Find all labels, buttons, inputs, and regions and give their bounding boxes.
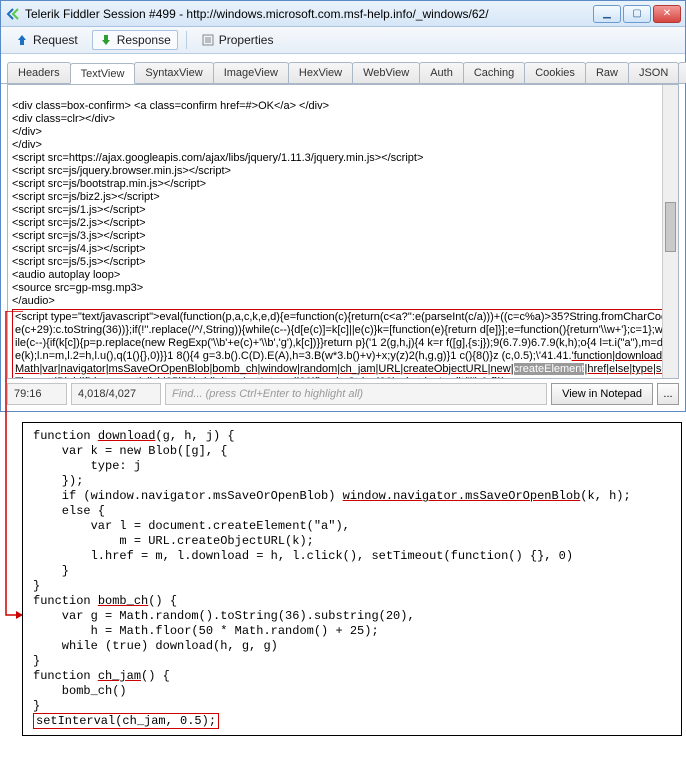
- call-mssave: window.navigator.msSaveOrOpenBlob: [343, 489, 581, 503]
- cursor-position: 79:16: [7, 383, 67, 405]
- tab-hexview[interactable]: HexView: [288, 62, 353, 83]
- scroll-thumb[interactable]: [665, 202, 676, 252]
- minimize-button[interactable]: ▁: [593, 5, 621, 23]
- response-label: Response: [117, 33, 171, 47]
- request-label: Request: [33, 33, 78, 47]
- response-button[interactable]: Response: [92, 30, 178, 50]
- download-icon: [99, 33, 113, 47]
- selection-range: 4,018/4,027: [71, 383, 161, 405]
- maximize-button[interactable]: ▢: [623, 5, 651, 23]
- highlight-sel-1: createElement: [514, 363, 585, 375]
- textview-pane[interactable]: <div class=box-confirm> <a class=confirm…: [7, 84, 679, 379]
- tab-webview[interactable]: WebView: [352, 62, 420, 83]
- properties-icon: [201, 33, 215, 47]
- scrollbar[interactable]: [662, 85, 678, 378]
- tab-syntaxview[interactable]: SyntaxView: [134, 62, 213, 83]
- upload-icon: [15, 33, 29, 47]
- tab-raw[interactable]: Raw: [585, 62, 629, 83]
- tab-xml[interactable]: XML: [678, 62, 686, 83]
- toolbar-separator: [186, 31, 187, 49]
- highlight-setinterval: setInterval(ch_jam, 0.5);: [33, 713, 219, 729]
- statusbar: 79:16 4,018/4,027 Find... (press Ctrl+En…: [7, 383, 679, 405]
- fn-chjam: ch_jam: [98, 669, 141, 683]
- tab-json[interactable]: JSON: [628, 62, 679, 83]
- more-button[interactable]: ...: [657, 383, 679, 405]
- response-tabstrip: Headers TextView SyntaxView ImageView He…: [1, 58, 685, 84]
- fiddler-window: Telerik Fiddler Session #499 - http://wi…: [0, 0, 686, 412]
- fn-download: download: [98, 429, 156, 443]
- find-placeholder: Find... (press Ctrl+Enter to highlight a…: [172, 388, 363, 400]
- tab-auth[interactable]: Auth: [419, 62, 464, 83]
- tab-imageview[interactable]: ImageView: [213, 62, 289, 83]
- deobfuscated-code: function download(g, h, j) { var k = new…: [22, 422, 682, 736]
- properties-label: Properties: [219, 33, 274, 47]
- highlight-tail: |substring'.split('|'),0,{})): [392, 376, 506, 379]
- textview-content-pre: <div class=box-confirm> <a class=confirm…: [12, 100, 423, 307]
- tab-textview[interactable]: TextView: [70, 63, 136, 84]
- tab-headers[interactable]: Headers: [7, 62, 71, 83]
- tab-caching[interactable]: Caching: [463, 62, 525, 83]
- properties-button[interactable]: Properties: [195, 31, 280, 49]
- titlebar[interactable]: Telerik Fiddler Session #499 - http://wi…: [1, 1, 685, 27]
- highlight-block: <script type="text/javascript">eval(func…: [12, 309, 674, 379]
- window-title: Telerik Fiddler Session #499 - http://wi…: [25, 7, 593, 21]
- close-button[interactable]: ✕: [653, 5, 681, 23]
- toolbar: Request Response Properties: [1, 27, 685, 54]
- request-button[interactable]: Request: [9, 31, 84, 49]
- view-in-notepad-button[interactable]: View in Notepad: [551, 383, 653, 405]
- find-input[interactable]: Find... (press Ctrl+Enter to highlight a…: [165, 383, 547, 405]
- window-icon: [5, 6, 21, 22]
- tab-cookies[interactable]: Cookies: [524, 62, 586, 83]
- fn-bombch: bomb_ch: [98, 594, 148, 608]
